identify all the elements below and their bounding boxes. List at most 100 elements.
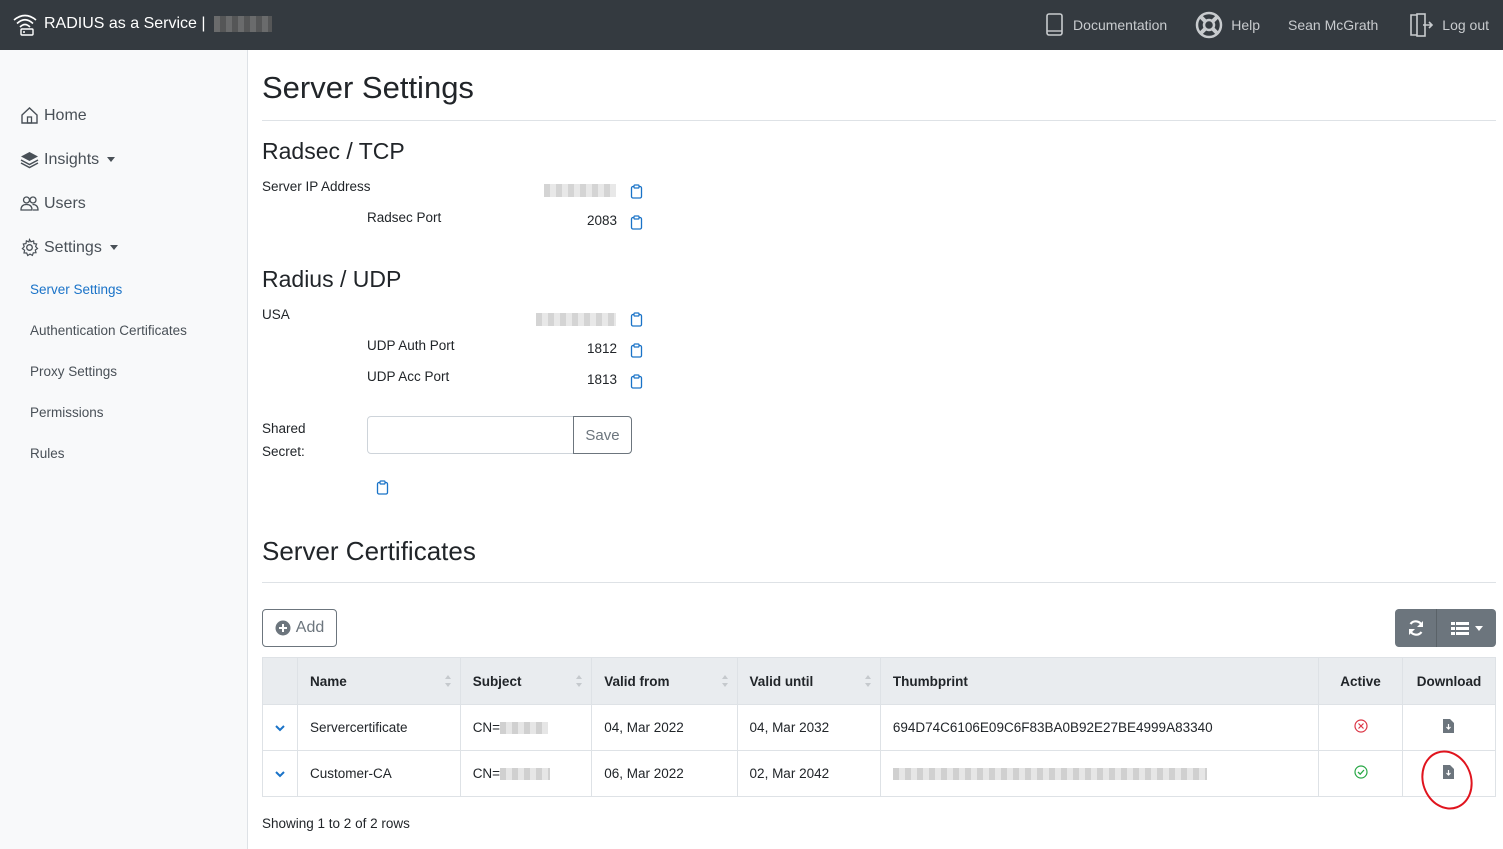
- sidebar-insights-label: Insights: [44, 150, 100, 168]
- subject-prefix: CN=: [472, 766, 501, 781]
- book-icon: [1046, 13, 1063, 36]
- clipboard-icon[interactable]: [630, 215, 643, 230]
- column-header-valid-until[interactable]: Valid until: [736, 657, 881, 705]
- save-button[interactable]: Save: [573, 416, 632, 454]
- sidebar-item-server-settings[interactable]: Server Settings: [30, 282, 122, 297]
- udp-acc-port-value: 1813: [586, 372, 617, 387]
- sidebar-settings-label: Settings: [44, 238, 102, 256]
- help-link[interactable]: Help: [1195, 11, 1260, 39]
- sidebar-users-label: Users: [44, 194, 86, 212]
- plus-circle-icon: [275, 620, 291, 636]
- add-label: Add: [295, 619, 325, 636]
- sidebar-item-proxy-settings[interactable]: Proxy Settings: [30, 364, 117, 379]
- cell-name: Customer-CA: [297, 750, 461, 797]
- cell-valid-until: 02, Mar 2042: [736, 750, 881, 797]
- cell-download[interactable]: [1401, 704, 1497, 751]
- brand[interactable]: RADIUS as a Service |: [12, 12, 272, 36]
- documentation-link[interactable]: Documentation: [1045, 12, 1167, 38]
- documentation-label: Documentation: [1073, 17, 1168, 33]
- layers-icon: [20, 152, 39, 169]
- column-header-download: Download: [1401, 657, 1497, 705]
- cell-thumbprint: [879, 750, 1320, 797]
- sidebar-item-users[interactable]: Users: [20, 194, 86, 213]
- columns-dropdown-button[interactable]: [1437, 609, 1496, 647]
- column-header-thumbprint: Thumbprint: [879, 657, 1320, 705]
- title-divider: [262, 120, 1496, 121]
- certificates-heading: Server Certificates: [262, 536, 476, 566]
- expand-toggle[interactable]: [262, 750, 298, 797]
- column-label: Download: [1416, 673, 1482, 689]
- clipboard-icon[interactable]: [630, 184, 643, 199]
- shared-secret-label-line2: Secret:: [262, 444, 305, 459]
- list-icon: [1450, 621, 1469, 635]
- sidebar-item-authentication-certificates[interactable]: Authentication Certificates: [30, 323, 187, 338]
- table-header-row: Name Subject Valid from Valid until Thum…: [262, 657, 1497, 705]
- sidebar-item-home[interactable]: Home: [20, 106, 87, 125]
- x-circle-icon: [1353, 719, 1368, 733]
- page-title: Server Settings: [262, 70, 474, 105]
- brand-redacted: [213, 16, 272, 32]
- sidebar-item-permissions[interactable]: Permissions: [30, 405, 104, 420]
- chevron-down-icon: [107, 157, 116, 162]
- sidebar-item-rules[interactable]: Rules: [30, 446, 65, 461]
- table-row: Servercertificate CN= 04, Mar 2022 04, M…: [262, 704, 1497, 751]
- radius-heading: Radius / UDP: [262, 266, 402, 292]
- add-certificate-button[interactable]: Add: [262, 609, 337, 647]
- cell-subject: CN=: [459, 750, 593, 797]
- users-icon: [20, 196, 39, 211]
- refresh-icon: [1408, 620, 1423, 636]
- logout-link[interactable]: Log out: [1408, 12, 1489, 38]
- subject-prefix: CN=: [472, 720, 501, 735]
- file-download-icon: [1443, 719, 1455, 733]
- gear-icon: [21, 238, 39, 257]
- server-ip-label: Server IP Address: [262, 179, 371, 194]
- chevron-down-icon: [1474, 625, 1483, 631]
- column-header-valid-from[interactable]: Valid from: [591, 657, 738, 705]
- radius-ip-redacted: [536, 313, 616, 326]
- sidebar: Home Insights Users Settings Server Sett…: [0, 50, 248, 849]
- refresh-button[interactable]: [1395, 609, 1437, 647]
- shared-secret-input[interactable]: [367, 416, 574, 454]
- pagination-info: Showing 1 to 2 of 2 rows: [262, 816, 410, 831]
- cell-valid-until: 04, Mar 2032: [736, 704, 881, 751]
- wifi-signal-icon: [13, 14, 37, 36]
- clipboard-icon[interactable]: [630, 343, 643, 358]
- column-header-expand: [262, 657, 298, 705]
- clipboard-icon[interactable]: [630, 374, 643, 389]
- user-menu[interactable]: Sean McGrath: [1288, 17, 1378, 33]
- cell-subject: CN=: [459, 704, 593, 751]
- sidebar-item-insights[interactable]: Insights: [20, 150, 116, 169]
- clipboard-icon[interactable]: [376, 480, 389, 495]
- chevron-down-icon: [275, 771, 285, 778]
- sidebar-item-settings[interactable]: Settings: [20, 238, 118, 257]
- cell-active: [1318, 704, 1403, 751]
- radsec-heading: Radsec / TCP: [262, 138, 405, 164]
- column-label: Valid until: [749, 673, 814, 689]
- clipboard-icon[interactable]: [630, 312, 643, 327]
- sort-icon: [444, 675, 451, 687]
- help-label: Help: [1231, 17, 1261, 33]
- certificates-divider: [262, 582, 1496, 583]
- expand-toggle[interactable]: [262, 704, 298, 751]
- brand-title: RADIUS as a Service |: [44, 15, 206, 32]
- check-circle-icon: [1353, 765, 1368, 779]
- column-label: Subject: [472, 673, 522, 689]
- column-header-name[interactable]: Name: [297, 657, 461, 705]
- column-label: Valid from: [604, 673, 670, 689]
- radsec-port-label: Radsec Port: [367, 210, 442, 225]
- lifebuoy-icon: [1195, 11, 1223, 39]
- sort-icon: [721, 675, 728, 687]
- home-icon: [21, 107, 38, 124]
- subject-redacted: [500, 768, 551, 781]
- logout-label: Log out: [1442, 17, 1489, 33]
- column-header-subject[interactable]: Subject: [459, 657, 593, 705]
- server-ip-redacted: [544, 184, 616, 197]
- cell-thumbprint: 694D74C6106E09C6F83BA0B92E27BE4999A83340: [879, 704, 1320, 751]
- chevron-down-icon: [109, 245, 118, 250]
- user-name: Sean McGrath: [1288, 17, 1379, 33]
- udp-auth-port-value: 1812: [586, 341, 617, 356]
- column-label: Thumbprint: [892, 673, 968, 689]
- column-label: Name: [310, 673, 347, 689]
- udp-acc-port-label: UDP Acc Port: [367, 369, 450, 384]
- certificates-table: Name Subject Valid from Valid until Thum…: [262, 657, 1497, 797]
